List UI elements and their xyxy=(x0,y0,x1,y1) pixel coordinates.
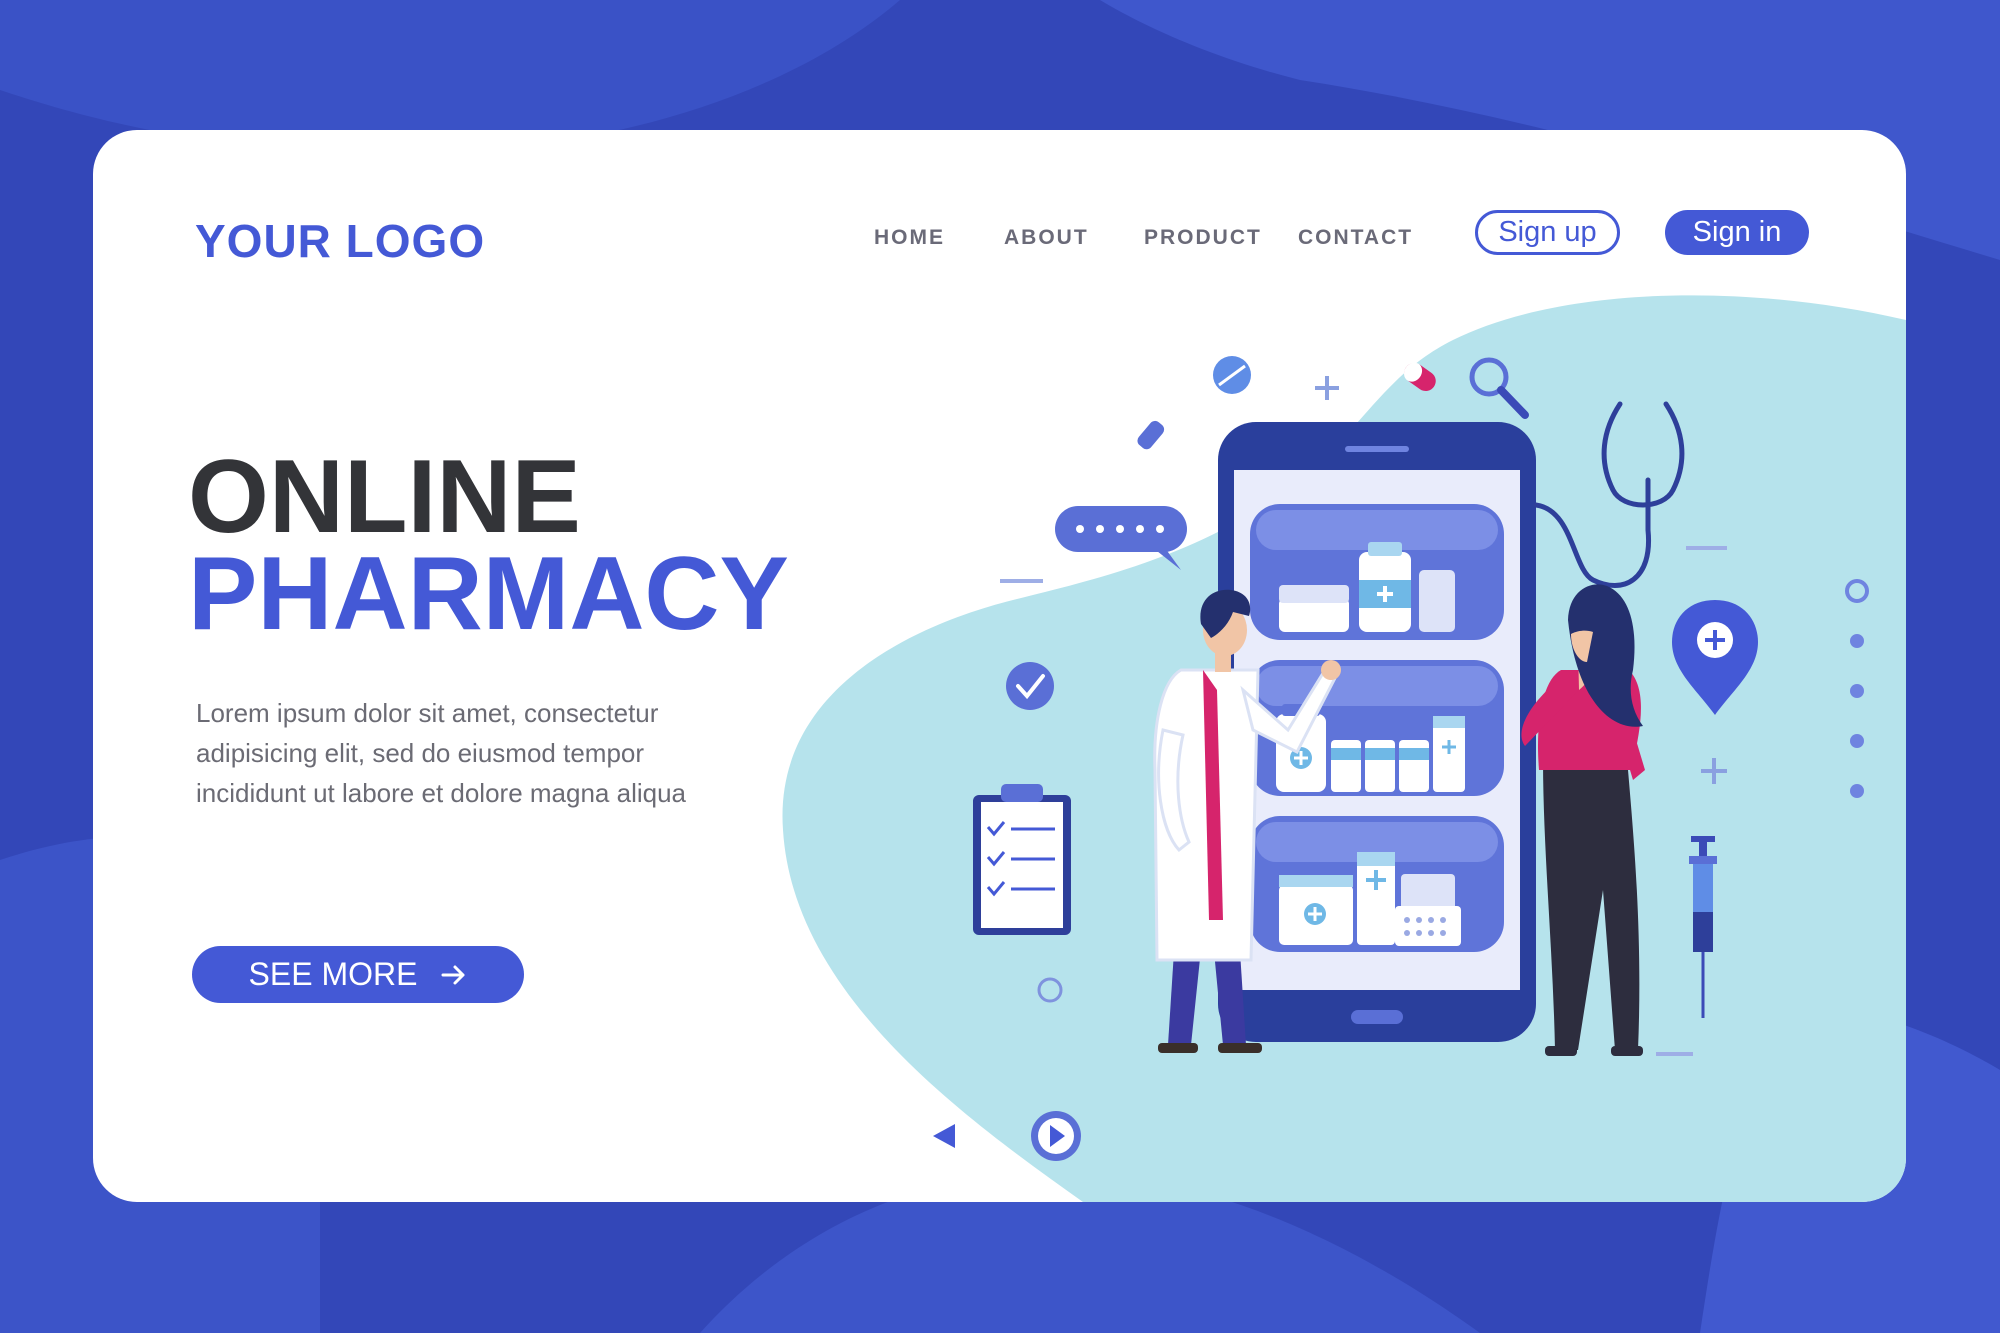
pharmacy-illustration xyxy=(933,356,1869,1161)
dropper-icon xyxy=(1127,420,1165,463)
stethoscope-icon xyxy=(1533,401,1685,588)
syringe-icon xyxy=(1689,836,1717,1018)
plus-icon xyxy=(1701,758,1727,784)
landing-card: YOUR LOGO HOME ABOUT PRODUCT CONTACT Sig… xyxy=(93,130,1906,1202)
check-icon xyxy=(1006,662,1054,710)
ring-deco xyxy=(1037,977,1063,1003)
plus-icon xyxy=(1315,376,1339,400)
dot-indicator xyxy=(1845,579,1869,798)
prev-icon xyxy=(933,1124,955,1148)
patient-figure xyxy=(1521,584,1645,1056)
clipboard-icon xyxy=(973,784,1071,935)
location-pin-icon xyxy=(1672,600,1758,715)
pill-icon xyxy=(1213,356,1251,394)
capsule-icon xyxy=(1404,362,1436,392)
chat-bubble-icon xyxy=(1055,506,1187,570)
magnifier-icon xyxy=(1469,357,1529,419)
play-icon xyxy=(1031,1111,1081,1161)
